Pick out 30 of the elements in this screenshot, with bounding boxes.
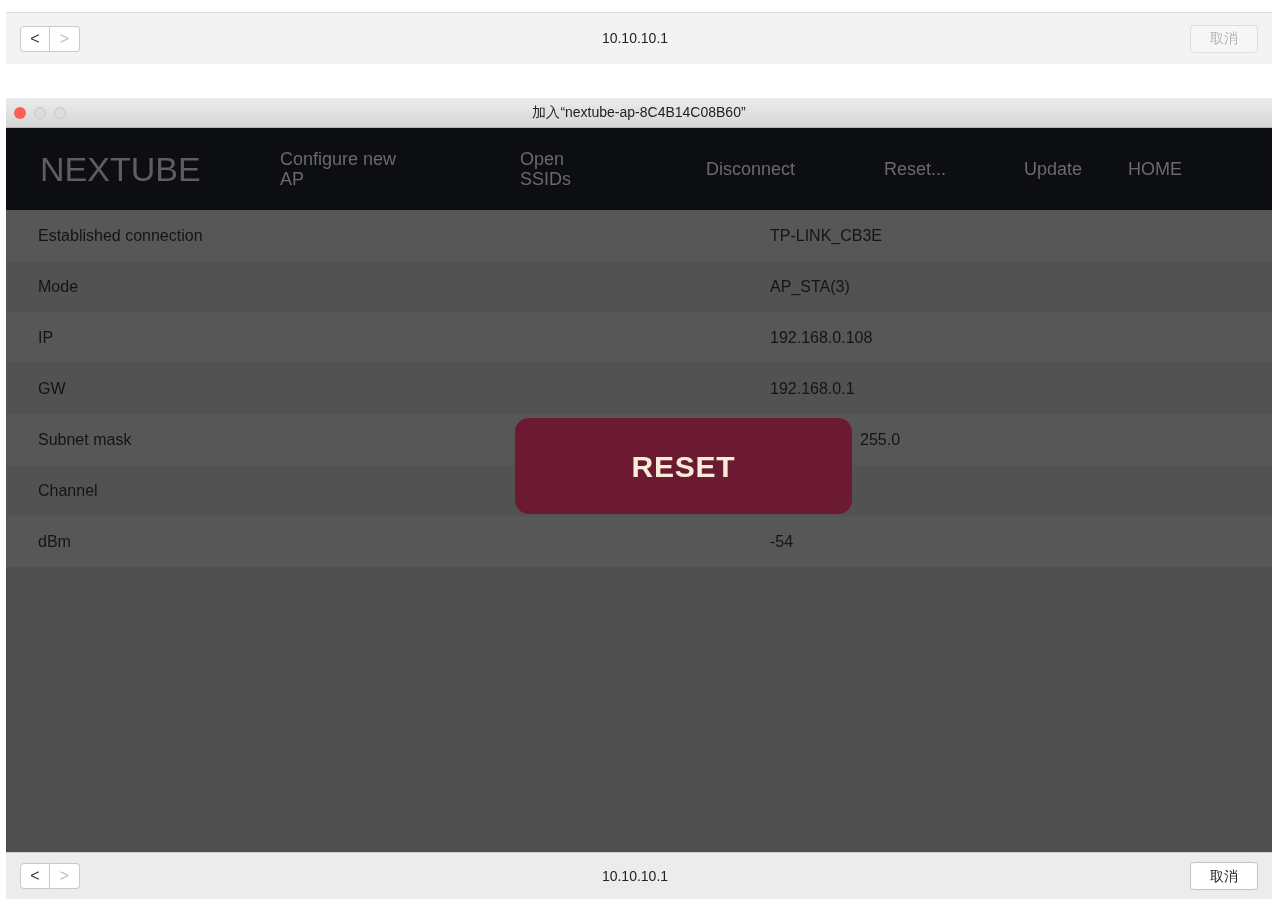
field-label: GW — [38, 378, 67, 399]
nav-link[interactable]: Configure new AP — [280, 149, 405, 189]
field-value: -54 — [770, 531, 794, 552]
nav-link[interactable]: Open SSIDs — [520, 149, 590, 189]
field-value: TP-LINK_CB3E — [770, 225, 883, 246]
cancel-button[interactable]: 取消 — [1190, 862, 1258, 890]
url-text: 10.10.10.1 — [601, 866, 669, 886]
brand-logo-text[interactable]: NEXTUBE — [40, 143, 280, 195]
nav-link[interactable]: Disconnect — [706, 159, 796, 179]
minimize-icon[interactable] — [34, 106, 46, 119]
field-label: Subnet mask — [38, 429, 133, 450]
field-label: Established connection — [38, 225, 204, 246]
field-value: 255.0 — [860, 429, 901, 450]
nav-link[interactable]: HOME — [1128, 159, 1182, 179]
reset-button[interactable]: RESET — [515, 418, 852, 514]
back-button[interactable]: < — [20, 25, 50, 52]
field-label: Mode — [38, 276, 80, 297]
nav-link[interactable]: Update — [1024, 159, 1083, 179]
field-label: dBm — [38, 531, 72, 552]
back-button[interactable]: < — [20, 863, 50, 889]
field-value: AP_STA(3) — [770, 276, 850, 297]
field-label: Channel — [38, 480, 99, 501]
window-title: 加入“nextube-ap-8C4B14C08B60” — [532, 103, 746, 122]
field-label: IP — [38, 327, 55, 348]
close-icon[interactable] — [14, 106, 26, 119]
maximize-icon[interactable] — [54, 106, 66, 119]
field-value: 192.168.0.108 — [770, 327, 873, 348]
nav-link[interactable]: Reset... — [884, 159, 947, 179]
url-text: 10.10.10.1 — [601, 29, 669, 48]
field-value: 192.168.0.1 — [770, 378, 855, 399]
